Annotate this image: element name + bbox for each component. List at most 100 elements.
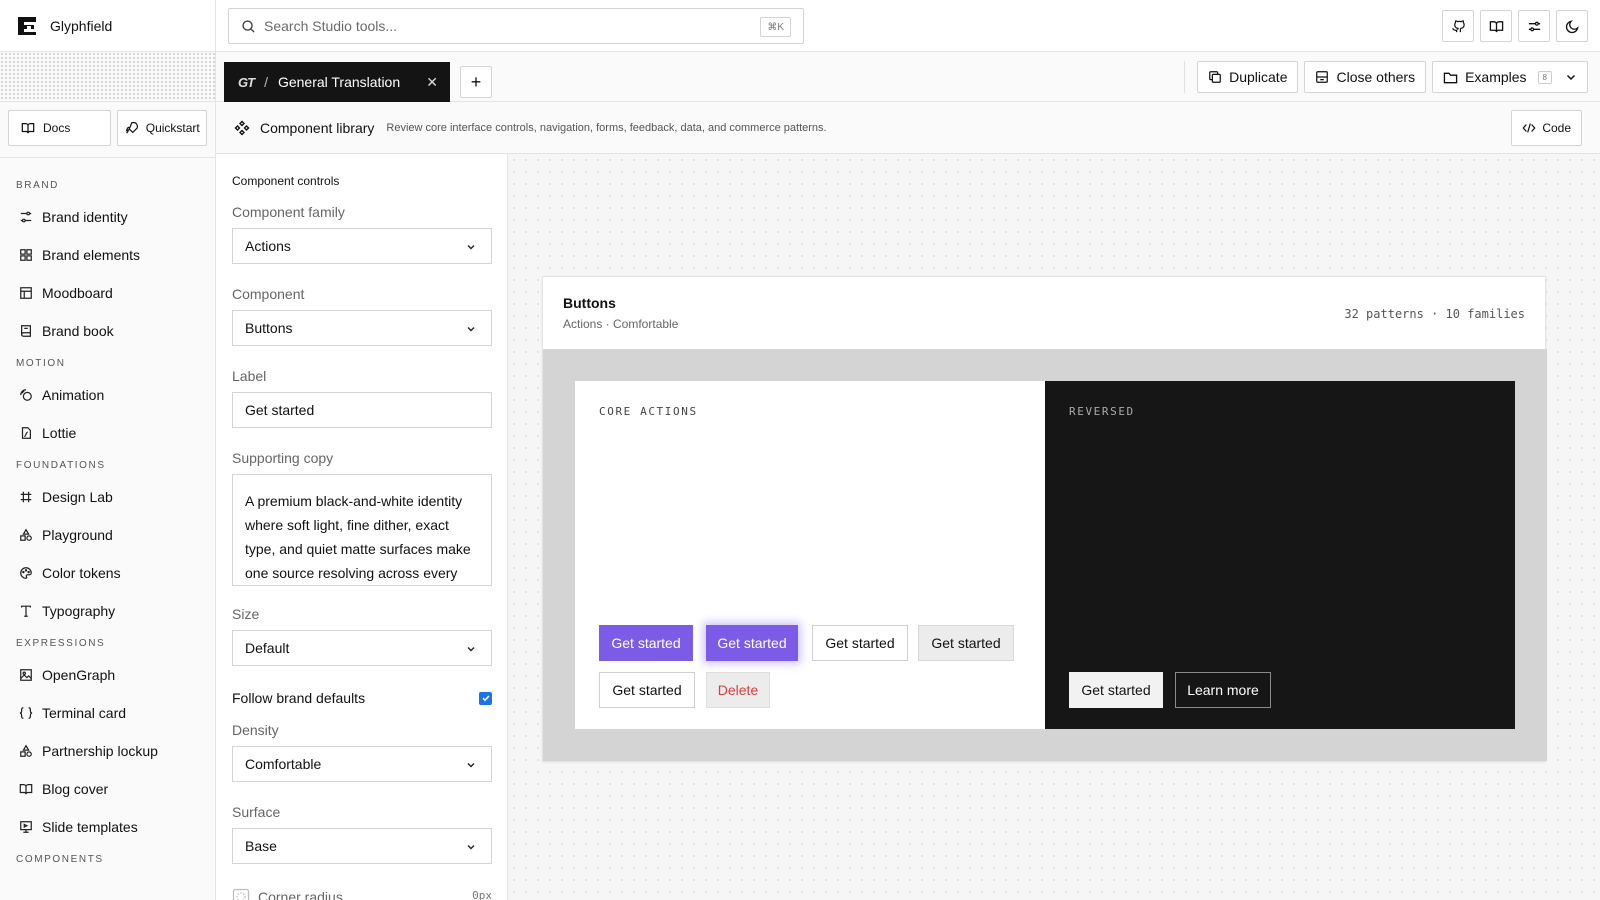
duplicate-label: Duplicate bbox=[1229, 69, 1288, 85]
component-select[interactable]: Buttons bbox=[232, 310, 492, 346]
settings-button[interactable] bbox=[1518, 10, 1550, 42]
brand-defaults-row: Follow brand defaults bbox=[232, 688, 492, 708]
sidebar-item-brand-identity[interactable]: Brand identity bbox=[0, 198, 215, 236]
book-open-icon bbox=[18, 781, 34, 797]
primary-focused-button[interactable]: Get started bbox=[706, 625, 798, 661]
sidebar-item-lottie[interactable]: Lottie bbox=[0, 414, 215, 452]
chevron-down-icon bbox=[1566, 74, 1576, 81]
code-label: Code bbox=[1542, 121, 1571, 135]
component-family-label: Component family bbox=[232, 204, 345, 220]
component-icon bbox=[234, 120, 250, 135]
tab-general-translation[interactable]: GT / General Translation ✕ bbox=[224, 62, 450, 102]
outline-button[interactable]: Get started bbox=[599, 672, 695, 708]
close-others-button[interactable]: Close others bbox=[1304, 61, 1427, 93]
select-value: Comfortable bbox=[245, 756, 322, 772]
delete-button[interactable]: Delete bbox=[706, 672, 770, 708]
size-label: Size bbox=[232, 606, 260, 622]
search-input[interactable] bbox=[264, 18, 744, 34]
app-name: Glyphfield bbox=[50, 17, 113, 34]
sidebar-item-label: Brand elements bbox=[42, 247, 141, 263]
duplicate-button[interactable]: Duplicate bbox=[1197, 61, 1299, 93]
close-tab-icon[interactable]: ✕ bbox=[426, 74, 438, 91]
label-field-label: Label bbox=[232, 368, 267, 384]
component-controls-panel: Component controls Component family Acti… bbox=[216, 154, 508, 900]
select-value: Default bbox=[245, 640, 290, 656]
braces-icon bbox=[18, 705, 34, 721]
primary-button[interactable]: Get started bbox=[599, 625, 693, 661]
outline-button[interactable]: Get started bbox=[812, 625, 908, 661]
sidebar-item-terminal-card[interactable]: Terminal card bbox=[0, 694, 215, 732]
examples-dropdown[interactable]: Examples 8 bbox=[1432, 61, 1588, 93]
close-others-label: Close others bbox=[1336, 69, 1416, 85]
sidebar-item-label: Terminal card bbox=[42, 705, 127, 721]
sidebar-item-design-lab[interactable]: Design Lab bbox=[0, 478, 215, 516]
sidebar-item-moodboard[interactable]: Moodboard bbox=[0, 274, 215, 312]
density-select[interactable]: Comfortable bbox=[232, 746, 492, 782]
docs-button[interactable]: Docs bbox=[8, 110, 111, 146]
docs-label: Docs bbox=[43, 121, 71, 135]
sidebar-item-playground[interactable]: Playground bbox=[0, 516, 215, 554]
type-icon bbox=[18, 603, 34, 619]
sidebar-item-label: Design Lab bbox=[42, 489, 113, 505]
surface-select[interactable]: Base bbox=[232, 828, 492, 864]
sidebar-item-opengraph[interactable]: OpenGraph bbox=[0, 656, 215, 694]
sidebar-item-label: Moodboard bbox=[42, 285, 113, 301]
sidebar-item-blog-cover[interactable]: Blog cover bbox=[0, 770, 215, 808]
top-icons bbox=[1442, 10, 1588, 42]
sliders-icon bbox=[18, 209, 34, 225]
docs-icon-button[interactable] bbox=[1480, 10, 1512, 42]
file-icon bbox=[18, 425, 34, 441]
quickstart-button[interactable]: Quickstart bbox=[116, 110, 207, 146]
check-icon bbox=[481, 695, 490, 702]
sidebar-item-label: Lottie bbox=[42, 425, 77, 441]
tab-bar: GT / General Translation ✕ + Duplicate C… bbox=[216, 52, 1600, 102]
secondary-button[interactable]: Get started bbox=[918, 625, 1014, 661]
shapes-icon bbox=[18, 527, 34, 543]
surface-label: Surface bbox=[232, 804, 281, 820]
folder-icon bbox=[1443, 72, 1458, 83]
preview-stage: CORE ACTIONS Get started Get started Get… bbox=[543, 349, 1547, 761]
sidebar: Glyphfield Docs Quickstart BRAND Brand i… bbox=[0, 0, 216, 900]
search-box[interactable]: ⌘K bbox=[228, 8, 804, 44]
chevron-down-icon bbox=[467, 845, 475, 850]
sidebar-item-typography[interactable]: Typography bbox=[0, 592, 215, 630]
nav-section-title: COMPONENTS bbox=[16, 854, 104, 865]
github-button[interactable] bbox=[1442, 10, 1474, 42]
sidebar-item-label: Blog cover bbox=[42, 781, 109, 797]
quickstart-label: Quickstart bbox=[145, 121, 200, 135]
sidebar-item-label: OpenGraph bbox=[42, 667, 116, 683]
sidebar-item-brand-book[interactable]: Brand book bbox=[0, 312, 215, 350]
sidebar-item-slide-templates[interactable]: Slide templates bbox=[0, 808, 215, 846]
code-button[interactable]: Code bbox=[1511, 110, 1582, 146]
preview-canvas: Buttons Actions · Comfortable 32 pattern… bbox=[508, 154, 1600, 900]
search-shortcut: ⌘K bbox=[760, 17, 791, 37]
sidebar-item-brand-elements[interactable]: Brand elements bbox=[0, 236, 215, 274]
sidebar-item-label: Typography bbox=[42, 603, 116, 619]
learn-more-button[interactable]: Learn more bbox=[1175, 672, 1271, 708]
component-family-select[interactable]: Actions bbox=[232, 228, 492, 264]
inverse-button[interactable]: Get started bbox=[1069, 672, 1163, 708]
sidebar-item-animation[interactable]: Animation bbox=[0, 376, 215, 414]
add-tab-button[interactable]: + bbox=[460, 66, 492, 98]
size-select[interactable]: Default bbox=[232, 630, 492, 666]
label-input[interactable] bbox=[232, 392, 492, 428]
nav-section-title: BRAND bbox=[16, 180, 60, 191]
theme-toggle-button[interactable] bbox=[1556, 10, 1588, 42]
image-icon bbox=[18, 667, 34, 683]
sidebar-nav: BRAND Brand identity Brand elements Mood… bbox=[0, 158, 215, 872]
sidebar-item-label: Playground bbox=[42, 527, 113, 543]
brand-defaults-checkbox[interactable] bbox=[479, 691, 492, 705]
supporting-copy-label: Supporting copy bbox=[232, 450, 334, 466]
page-header: Component library Review core interface … bbox=[216, 102, 1600, 154]
animation-icon bbox=[18, 387, 34, 403]
sidebar-item-partnership-lockup[interactable]: Partnership lockup bbox=[0, 732, 215, 770]
tab-actions: Duplicate Close others Examples 8 bbox=[1184, 61, 1588, 93]
grid-icon bbox=[18, 247, 34, 263]
supporting-copy-textarea[interactable]: A premium black-and-white identity where… bbox=[232, 474, 492, 586]
chevron-down-icon bbox=[467, 647, 475, 652]
glyphfield-logo-icon[interactable] bbox=[16, 15, 38, 37]
sidebar-item-color-tokens[interactable]: Color tokens bbox=[0, 554, 215, 592]
palette-icon bbox=[18, 565, 34, 581]
page-title: Component library bbox=[260, 119, 375, 136]
select-value: Base bbox=[245, 838, 277, 854]
